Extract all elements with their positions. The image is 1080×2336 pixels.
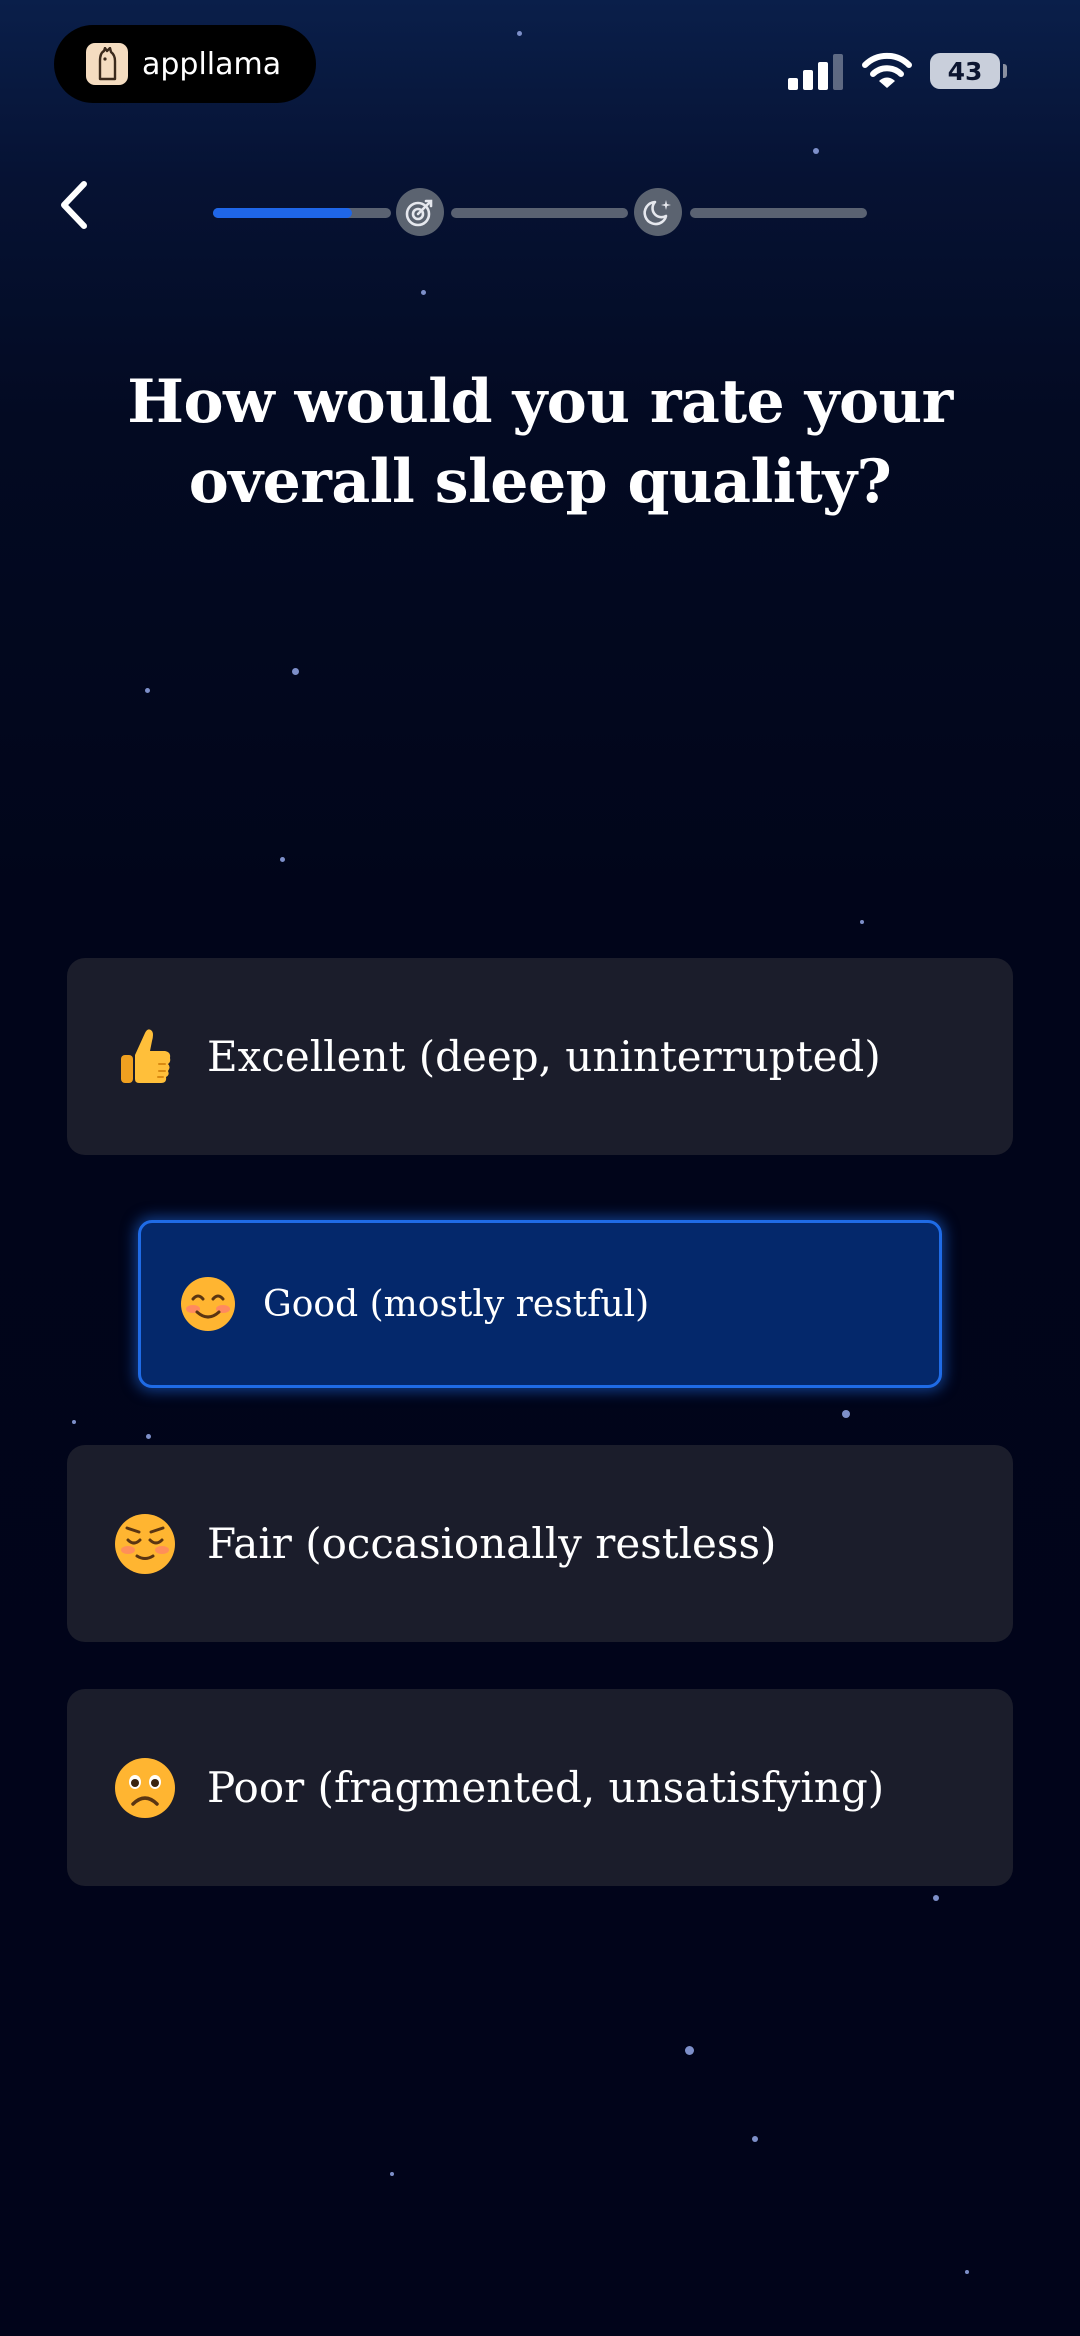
wifi-icon [862,52,912,88]
target-icon [396,188,444,236]
frowning-face-icon [113,1756,177,1820]
question-title: How would you rate your overall sleep qu… [127,367,953,517]
option-fair[interactable]: Fair (occasionally restless) [67,1445,1013,1642]
battery-indicator: 43 [930,53,1000,89]
option-label: Good (mostly restful) [263,1283,650,1325]
progress-fill [213,208,352,218]
smiling-face-icon [179,1275,237,1333]
option-label: Poor (fragmented, unsatisfying) [207,1763,885,1812]
option-label: Excellent (deep, uninterrupted) [207,1032,881,1081]
option-label: Fair (occasionally restless) [207,1519,777,1568]
app-name: appllama [142,46,282,82]
progress-segment-2 [451,208,628,218]
option-good[interactable]: Good (mostly restful) [138,1220,942,1388]
back-chevron-icon[interactable] [50,172,100,238]
relieved-face-icon [113,1512,177,1576]
app-badge[interactable]: appllama [54,25,316,103]
battery-cap [1003,64,1007,78]
thumbs-up-icon [113,1025,177,1089]
option-excellent[interactable]: Excellent (deep, uninterrupted) [67,958,1013,1155]
cellular-signal-icon [788,54,843,90]
battery-level: 43 [947,56,983,86]
moon-sparkle-icon [634,188,682,236]
progress-segment-3 [690,208,867,218]
progress-segment-1 [213,208,391,218]
option-poor[interactable]: Poor (fragmented, unsatisfying) [67,1689,1013,1886]
llama-logo-icon [86,43,128,85]
